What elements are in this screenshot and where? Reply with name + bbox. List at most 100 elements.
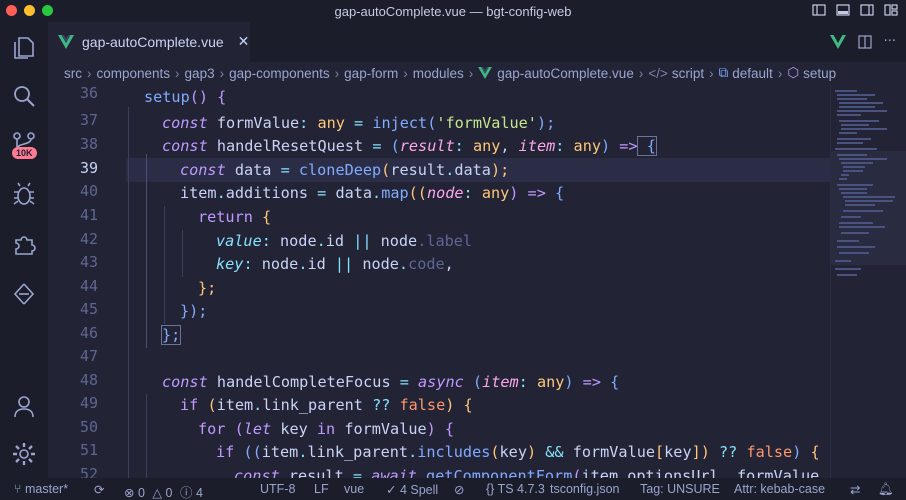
code-line: const handelCompleteFocus = async (item:…: [162, 373, 620, 391]
line-number: 44: [79, 277, 98, 295]
tag-casing[interactable]: Tag: UNSURE: [640, 482, 720, 496]
spell-checker[interactable]: ✓ 4 Spell: [386, 482, 438, 497]
tsconfig-indicator[interactable]: tsconfig.json: [550, 482, 619, 496]
layout-controls: [812, 3, 898, 17]
breadcrumb-item[interactable]: gap3: [185, 66, 215, 81]
breadcrumb-item[interactable]: setup: [803, 66, 836, 81]
breadcrumb-item[interactable]: src: [64, 66, 82, 81]
typescript-version[interactable]: {} TS 4.7.3: [486, 482, 545, 496]
breadcrumb-item[interactable]: modules: [413, 66, 464, 81]
vue-file-icon: [58, 35, 74, 49]
live-share-icon[interactable]: ⇄: [850, 482, 860, 497]
chevron-right-icon: ›: [777, 65, 783, 81]
tab-bar: gap-autoComplete.vue ✕ ···: [48, 22, 906, 62]
minimize-window-button[interactable]: [24, 5, 35, 16]
chevron-right-icon: ›: [468, 65, 474, 81]
chevron-right-icon: ›: [638, 65, 644, 81]
code-editor[interactable]: 36 37 38 39 40 41 42 43 44 45 46 47 48 4…: [48, 84, 906, 478]
vue-file-icon: [478, 67, 493, 79]
spell-check-icon: ✓: [386, 483, 397, 497]
source-control-badge: 10K: [12, 147, 37, 159]
line-number: 37: [79, 111, 98, 129]
indent-guide: [182, 230, 183, 277]
encoding-indicator[interactable]: UTF-8: [260, 482, 295, 496]
indent-guide: [146, 154, 147, 348]
toggle-secondary-sidebar-icon[interactable]: [860, 3, 874, 17]
breadcrumb-item[interactable]: default: [732, 66, 773, 81]
braces-icon: {}: [486, 482, 495, 496]
more-actions-icon[interactable]: ···: [884, 34, 896, 49]
breadcrumb-item[interactable]: script: [672, 66, 704, 81]
code-line: return {: [198, 208, 272, 226]
breadcrumb: src › components › gap3 › gap-components…: [48, 62, 906, 84]
explorer-icon[interactable]: [10, 34, 38, 62]
indent-guide: [128, 107, 129, 478]
code-line: value: node.id || node.label: [216, 232, 473, 250]
extensions-icon[interactable]: [10, 230, 38, 258]
breadcrumb-item[interactable]: gap-components: [229, 66, 330, 81]
line-number: 39: [79, 159, 98, 177]
code-content[interactable]: setup() { const formValue: any = inject(…: [126, 84, 826, 478]
branch-name: master*: [25, 482, 69, 496]
info-icon: ⓘ: [179, 486, 193, 500]
code-line: setup() {: [144, 88, 227, 106]
search-icon[interactable]: [10, 82, 38, 110]
problems-indicator[interactable]: ⊗ 0 △ 0 ⓘ 4: [124, 482, 203, 500]
code-line: for (let key in formValue) {: [198, 420, 455, 438]
module-icon: ⧉: [718, 65, 729, 80]
breadcrumb-item[interactable]: components: [97, 66, 171, 81]
line-number: 45: [79, 300, 98, 318]
notifications-bell-icon[interactable]: 🔔︎: [878, 482, 894, 497]
line-number: 52: [79, 465, 98, 478]
line-number: 47: [79, 347, 98, 365]
toggle-sidebar-icon[interactable]: [812, 3, 826, 17]
split-editor-icon[interactable]: [857, 34, 872, 49]
chevron-right-icon: ›: [334, 65, 340, 81]
branch-indicator[interactable]: ⑂ master*: [14, 482, 68, 496]
error-count: 0: [137, 486, 145, 500]
toggle-panel-icon[interactable]: [836, 3, 850, 17]
tab-close-icon[interactable]: ✕: [238, 34, 250, 50]
account-icon[interactable]: [10, 392, 38, 420]
line-number: 49: [79, 394, 98, 412]
code-line: const formValue: any = inject('formValue…: [162, 114, 556, 132]
info-count: 4: [195, 486, 203, 500]
attr-casing[interactable]: Attr: kebab-case: [734, 482, 825, 496]
eol-indicator[interactable]: LF: [314, 482, 329, 496]
language-mode[interactable]: vue: [344, 482, 364, 496]
line-number: 40: [79, 182, 98, 200]
sync-icon[interactable]: ⟳: [94, 482, 104, 497]
close-window-button[interactable]: [6, 5, 17, 16]
tab-gap-autocomplete[interactable]: gap-autoComplete.vue ✕: [48, 22, 250, 62]
title-bar: gap-autoComplete.vue — bgt-config-web: [0, 0, 906, 22]
line-number: 43: [79, 253, 98, 271]
no-bell-icon[interactable]: ⊘: [454, 482, 464, 497]
window-controls: [6, 5, 53, 16]
debug-icon[interactable]: [10, 180, 38, 208]
method-cube-icon: ⬡: [787, 65, 800, 80]
code-line: const data = cloneDeep(result.data);: [180, 161, 510, 179]
breadcrumb-item[interactable]: gap-autoComplete.vue: [497, 66, 634, 81]
chevron-right-icon: ›: [403, 65, 408, 81]
code-line: item.additions = data.map((node: any) =>…: [180, 184, 565, 202]
customize-layout-icon[interactable]: [884, 3, 898, 17]
vue-preview-icon[interactable]: [829, 34, 846, 49]
spell-count: 4 Spell: [399, 483, 439, 497]
line-number: 48: [79, 371, 98, 389]
settings-gear-icon[interactable]: [10, 440, 38, 468]
minimap[interactable]: [830, 84, 906, 478]
editor-actions: ···: [829, 34, 896, 49]
indent-guide: [146, 394, 147, 478]
activity-bar: 10K: [0, 22, 48, 478]
line-number: 50: [79, 418, 98, 436]
window-title: gap-autoComplete.vue — bgt-config-web: [334, 3, 572, 19]
code-line: if (item.link_parent ?? false) {: [180, 396, 473, 414]
maximize-window-button[interactable]: [42, 5, 53, 16]
remote-explorer-icon[interactable]: [10, 280, 38, 308]
line-number: 46: [79, 324, 98, 342]
indent-guide: [164, 206, 165, 324]
chevron-right-icon: ›: [219, 65, 225, 81]
minimap-viewport[interactable]: [831, 151, 906, 265]
breadcrumb-item[interactable]: gap-form: [344, 66, 398, 81]
chevron-right-icon: ›: [87, 65, 92, 81]
